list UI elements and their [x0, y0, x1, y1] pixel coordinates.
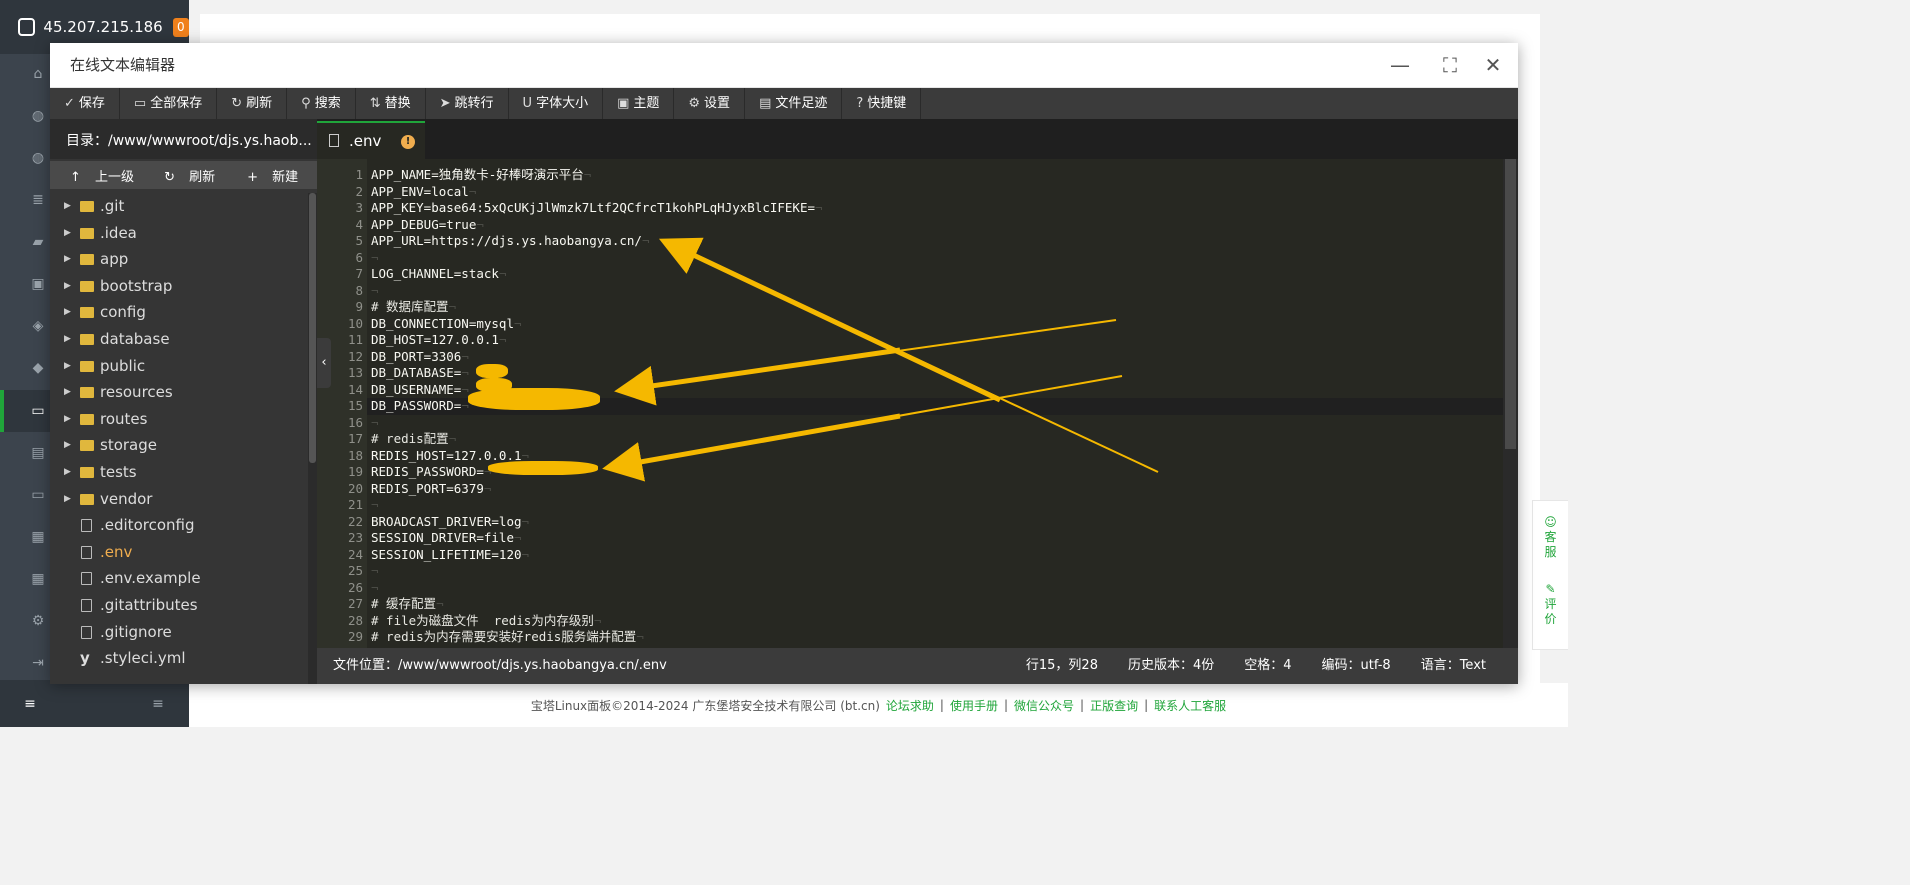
annotation-arrow	[602, 413, 901, 482]
annotation-arrows	[602, 237, 1159, 482]
annotation-arrow	[614, 347, 901, 406]
